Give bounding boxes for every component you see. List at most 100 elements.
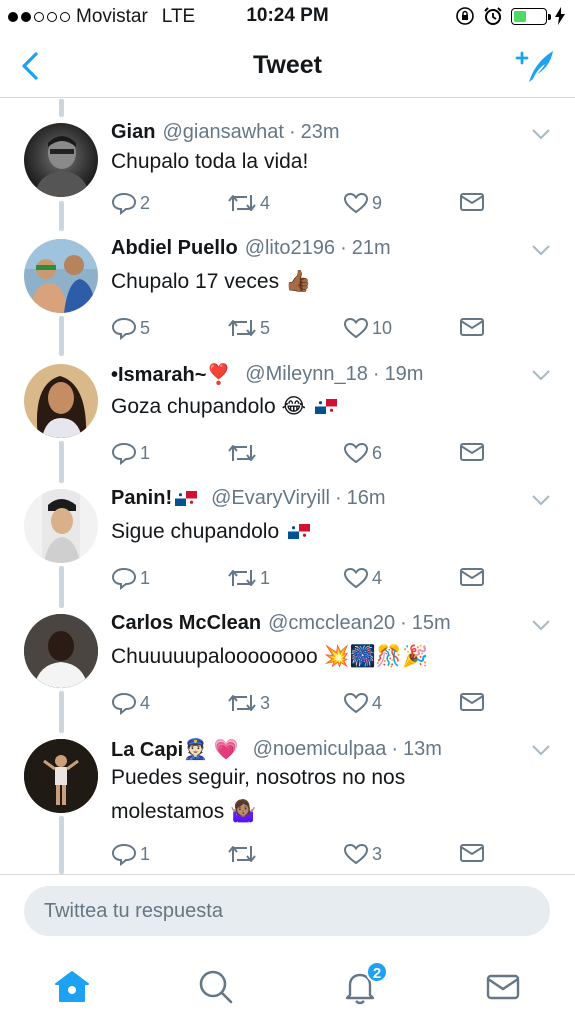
separator-dot: · — [400, 612, 407, 634]
author-handle[interactable]: @Mileynn_18 — [245, 363, 368, 386]
reply-count: 1 — [140, 843, 151, 864]
author-handle[interactable]: @lito2196 — [245, 237, 335, 260]
retweet-button[interactable]: 4 — [227, 191, 270, 215]
reply-icon — [111, 192, 137, 215]
reply-icon — [111, 317, 137, 340]
chevron-down-icon[interactable] — [531, 243, 551, 257]
author-name[interactable]: Gian — [111, 121, 155, 144]
tweet-timestamp[interactable]: 21m — [352, 237, 391, 260]
chevron-down-icon[interactable] — [531, 493, 551, 507]
reply-composer — [0, 874, 575, 949]
retweet-count: 1 — [260, 567, 271, 588]
like-button[interactable]: 3 — [343, 842, 382, 866]
reply-button[interactable]: 2 — [111, 191, 150, 215]
direct-message-button[interactable] — [459, 191, 485, 213]
like-count: 10 — [372, 317, 393, 338]
like-count: 9 — [372, 192, 383, 213]
messages-envelope-icon[interactable] — [483, 967, 523, 1007]
direct-message-button[interactable] — [459, 842, 485, 864]
tweet-actions: 2 4 9 — [111, 191, 491, 221]
retweet-count: 4 — [260, 192, 271, 213]
avatar[interactable] — [24, 489, 98, 563]
panama-flag-icon — [288, 524, 310, 539]
direct-message-button[interactable] — [459, 691, 485, 713]
tweet-text-block: Puedes seguir, nosotros no nos molestamo… — [111, 761, 541, 829]
reply-tweet[interactable]: Panin! @EvaryViryill · 16m Sigue chupand… — [0, 487, 575, 597]
chevron-down-icon[interactable] — [531, 368, 551, 382]
page-title: Tweet — [253, 51, 322, 79]
direct-message-button[interactable] — [459, 316, 485, 338]
tweet-timestamp[interactable]: 19m — [385, 363, 424, 386]
thread-line — [59, 99, 64, 117]
direct-message-button[interactable] — [459, 566, 485, 588]
like-count: 6 — [372, 442, 383, 463]
reply-tweet[interactable]: La Capi👮🏻 💗 @noemiculpaa · 13m Puedes se… — [0, 737, 575, 874]
replies-feed[interactable]: Gian @giansawhat · 23m Chupalo toda la v… — [0, 99, 575, 874]
tweet-timestamp[interactable]: 16m — [347, 487, 386, 510]
tweet-actions: 1 1 4 — [111, 566, 491, 596]
author-handle[interactable]: @noemiculpaa — [253, 738, 387, 761]
reply-tweet[interactable]: Carlos McClean @cmcclean20 · 15m Chuuuuu… — [0, 612, 575, 722]
reply-input[interactable] — [24, 886, 550, 936]
author-handle[interactable]: @giansawhat — [162, 121, 283, 144]
retweet-button[interactable] — [227, 842, 260, 866]
reply-tweet[interactable]: •Ismarah~❣️ @Mileynn_18 · 19m Goza chupa… — [0, 362, 575, 472]
retweet-icon — [228, 570, 256, 586]
like-button[interactable]: 6 — [343, 441, 382, 465]
retweet-icon — [228, 695, 256, 711]
tweet-timestamp[interactable]: 13m — [403, 738, 442, 761]
like-button[interactable]: 4 — [343, 691, 382, 715]
search-icon[interactable] — [196, 967, 236, 1007]
author-handle[interactable]: @EvaryViryill — [211, 487, 330, 510]
like-button[interactable]: 9 — [343, 191, 382, 215]
reply-tweet[interactable]: Abdiel Puello @lito2196 · 21m Chupalo 17… — [0, 237, 575, 347]
avatar[interactable] — [24, 364, 98, 438]
tweet-timestamp[interactable]: 15m — [412, 612, 451, 635]
author-handle[interactable]: @cmcclean20 — [268, 612, 395, 635]
reply-icon — [111, 567, 137, 590]
reply-button[interactable]: 1 — [111, 441, 150, 465]
author-name[interactable]: Carlos McClean — [111, 612, 261, 635]
home-icon[interactable] — [52, 967, 92, 1007]
reply-button[interactable]: 1 — [111, 842, 150, 866]
reply-button[interactable]: 4 — [111, 691, 150, 715]
reply-button[interactable]: 1 — [111, 566, 150, 590]
avatar[interactable] — [24, 123, 98, 197]
retweet-button[interactable]: 5 — [227, 316, 270, 340]
avatar[interactable] — [24, 739, 98, 813]
compose-tweet-icon[interactable] — [515, 48, 555, 84]
avatar[interactable] — [24, 614, 98, 688]
reply-count: 4 — [140, 692, 151, 713]
author-name[interactable]: Panin! — [111, 487, 172, 510]
chevron-down-icon[interactable] — [531, 743, 551, 757]
tweet-actions: 1 3 — [111, 842, 491, 872]
tweet-timestamp[interactable]: 23m — [301, 121, 340, 144]
like-count: 3 — [372, 843, 383, 864]
reply-tweet[interactable]: Gian @giansawhat · 23m Chupalo toda la v… — [0, 121, 575, 231]
retweet-button[interactable]: 3 — [227, 691, 270, 715]
chevron-down-icon[interactable] — [531, 127, 551, 141]
like-button[interactable]: 4 — [343, 566, 382, 590]
separator-dot: · — [288, 121, 296, 143]
chevron-down-icon[interactable] — [531, 618, 551, 632]
author-name[interactable]: La Capi👮🏻 💗 — [111, 737, 239, 762]
retweet-icon — [228, 846, 256, 862]
tweet-actions: 4 3 4 — [111, 691, 491, 721]
tweet-text: Sigue chupandolo — [111, 520, 280, 543]
author-name[interactable]: •Ismarah~❣️ — [111, 362, 231, 387]
envelope-icon — [460, 568, 484, 586]
retweet-button[interactable] — [227, 441, 260, 465]
retweet-button[interactable]: 1 — [227, 566, 270, 590]
separator-dot: · — [391, 738, 398, 760]
avatar[interactable] — [24, 239, 98, 313]
author-name[interactable]: Abdiel Puello — [111, 237, 238, 260]
status-bar-right — [455, 6, 565, 26]
separator-dot: · — [340, 237, 347, 259]
navigation-bar: Tweet — [0, 34, 575, 98]
reply-button[interactable]: 5 — [111, 316, 150, 340]
tweet-text-line: molestamos 🤷🏽‍♀️ — [111, 800, 257, 823]
heart-icon — [343, 317, 369, 339]
panama-flag-icon — [314, 399, 337, 414]
direct-message-button[interactable] — [459, 441, 485, 463]
like-button[interactable]: 10 — [343, 316, 392, 340]
